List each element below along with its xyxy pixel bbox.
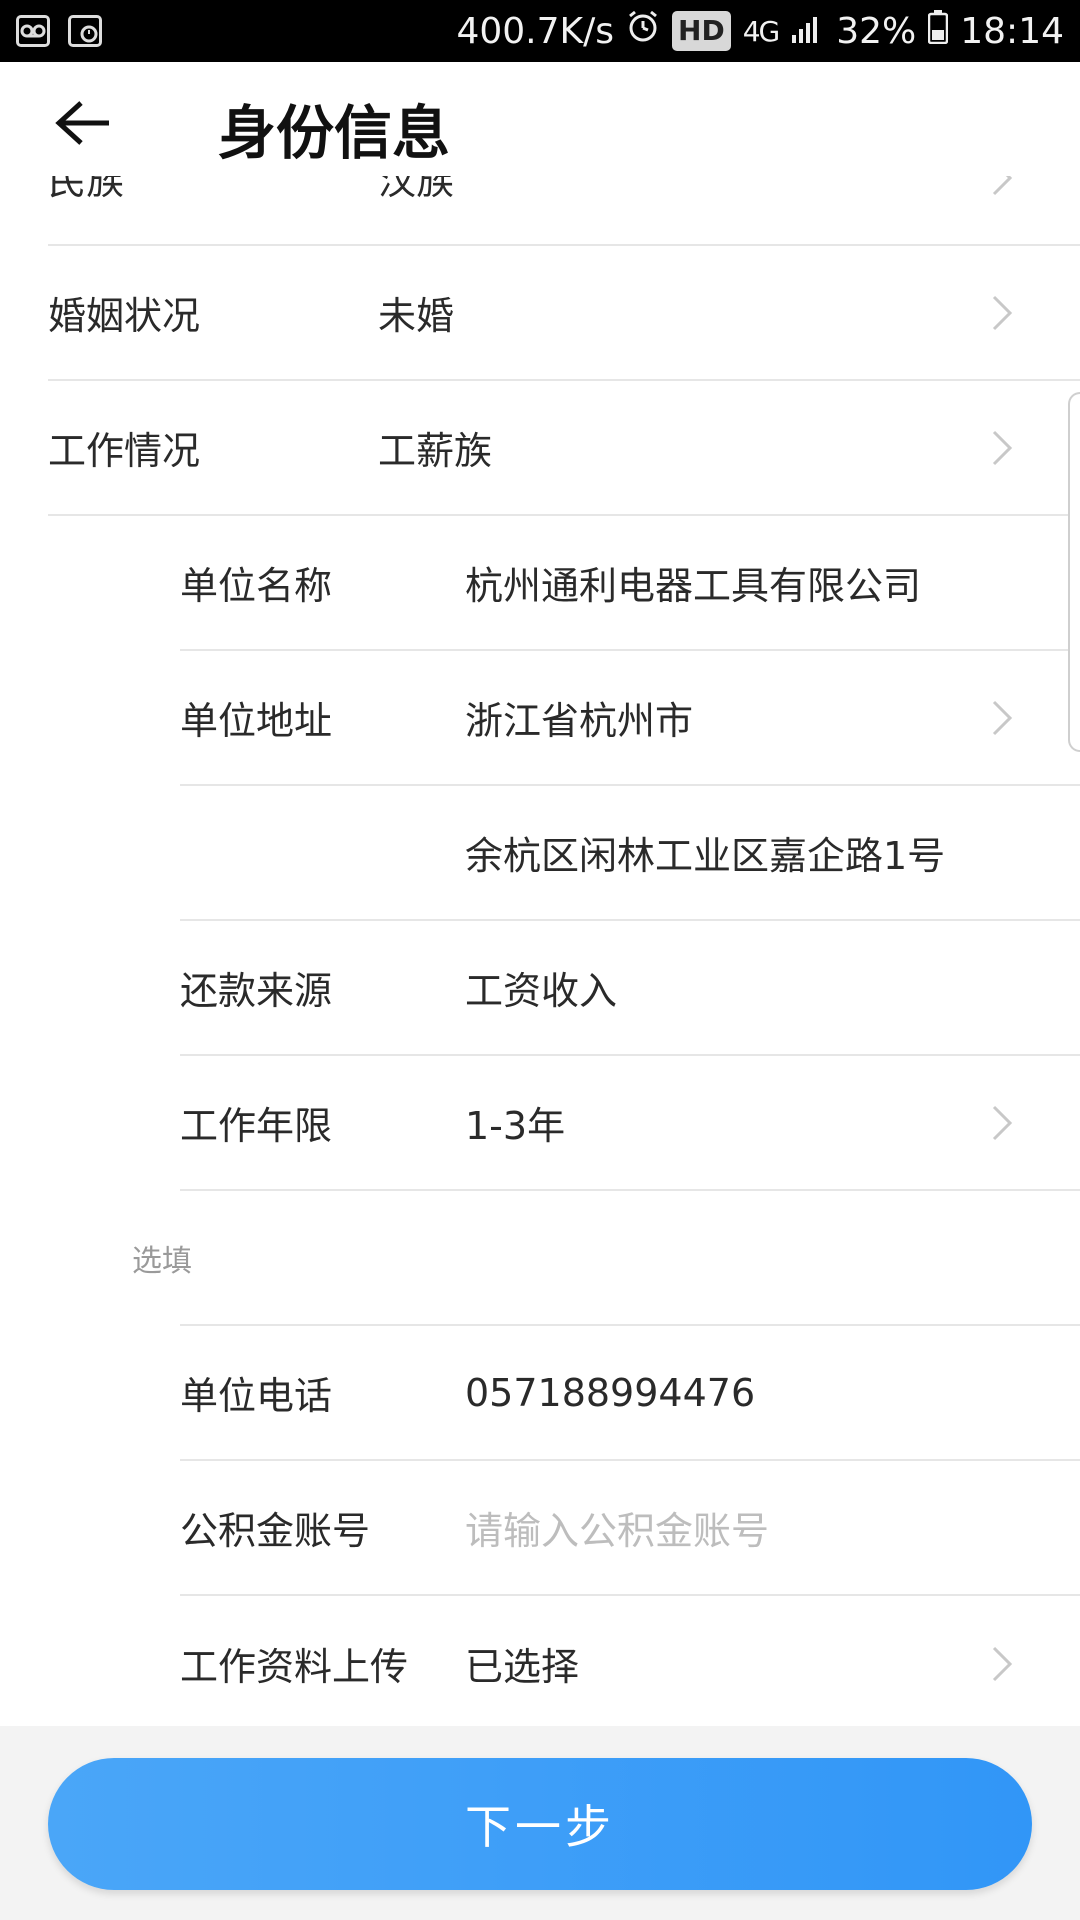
work-years-label: 工作年限	[180, 1104, 333, 1148]
company-address-detail-value[interactable]: 余杭区闲林工业区嘉企路1号	[465, 825, 1080, 880]
network-type: 4G	[742, 14, 780, 48]
company-phone-label: 单位电话	[180, 1374, 333, 1418]
battery-icon	[928, 9, 949, 53]
repayment-source-row[interactable]: 还款来源 工资收入	[180, 921, 1080, 1056]
repayment-source-value[interactable]: 工资收入	[465, 960, 1080, 1015]
employment-value: 工薪族	[378, 429, 493, 473]
marital-status-row[interactable]: 婚姻状况 未婚	[48, 246, 1080, 381]
chevron-right-icon	[992, 295, 1013, 330]
chevron-right-icon	[992, 176, 1013, 195]
signal-icon	[790, 11, 824, 52]
marital-status-label: 婚姻状况	[48, 294, 201, 338]
network-speed: 400.7K/s	[456, 10, 615, 52]
back-button[interactable]	[40, 80, 126, 166]
form-scroll-area[interactable]: 民族 汉族 婚姻状况 未婚 工作情况 工薪族 单位名称 杭州通利电器工具有限公司…	[0, 176, 1080, 1726]
housing-fund-label: 公积金账号	[180, 1509, 371, 1553]
company-address-detail-row[interactable]: 余杭区闲林工业区嘉企路1号	[180, 786, 1080, 921]
work-years-row[interactable]: 工作年限 1-3年	[180, 1056, 1080, 1191]
voicemail-icon	[16, 15, 50, 47]
arrow-left-icon	[55, 101, 109, 145]
hd-badge: HD	[672, 11, 731, 51]
sim-clock-icon	[68, 15, 102, 47]
repayment-source-label: 还款来源	[180, 969, 333, 1013]
company-address-row[interactable]: 单位地址 浙江省杭州市	[180, 651, 1080, 786]
ethnicity-row[interactable]: 民族 汉族	[48, 176, 1080, 246]
employment-row[interactable]: 工作情况 工薪族	[48, 381, 1080, 516]
company-name-label: 单位名称	[180, 564, 333, 608]
optional-divider-row	[180, 1191, 1080, 1326]
ethnicity-label: 民族	[48, 176, 125, 203]
status-bar: 400.7K/s HD 4G 32% 18:14	[0, 0, 1080, 62]
company-phone-row[interactable]: 单位电话 057188994476	[180, 1326, 1080, 1461]
company-address-label: 单位地址	[180, 699, 333, 743]
footer-bar: 下一步	[0, 1726, 1080, 1920]
work-docs-upload-label: 工作资料上传	[180, 1645, 409, 1689]
housing-fund-row[interactable]: 公积金账号 请输入公积金账号	[180, 1461, 1080, 1596]
alarm-icon	[626, 10, 660, 53]
company-phone-value[interactable]: 057188994476	[465, 1371, 1080, 1415]
chevron-right-icon	[992, 430, 1013, 465]
company-name-value[interactable]: 杭州通利电器工具有限公司	[465, 555, 1080, 610]
battery-percent: 32%	[836, 10, 917, 52]
scrollbar[interactable]	[1068, 392, 1080, 752]
page-title: 身份信息	[218, 99, 451, 167]
next-step-button[interactable]: 下一步	[48, 1758, 1032, 1890]
company-name-row[interactable]: 单位名称 杭州通利电器工具有限公司	[180, 516, 1080, 651]
chevron-right-icon	[992, 1105, 1013, 1140]
housing-fund-input[interactable]: 请输入公积金账号	[465, 1500, 1080, 1555]
chevron-right-icon	[992, 700, 1013, 735]
ethnicity-value: 汉族	[378, 176, 455, 203]
app-header: 身份信息	[0, 62, 1080, 176]
employment-label: 工作情况	[48, 429, 201, 473]
clock-time: 18:14	[960, 10, 1064, 52]
chevron-right-icon	[992, 1646, 1013, 1681]
work-docs-upload-row[interactable]: 工作资料上传 已选择	[180, 1596, 1080, 1726]
marital-status-value: 未婚	[378, 294, 455, 338]
